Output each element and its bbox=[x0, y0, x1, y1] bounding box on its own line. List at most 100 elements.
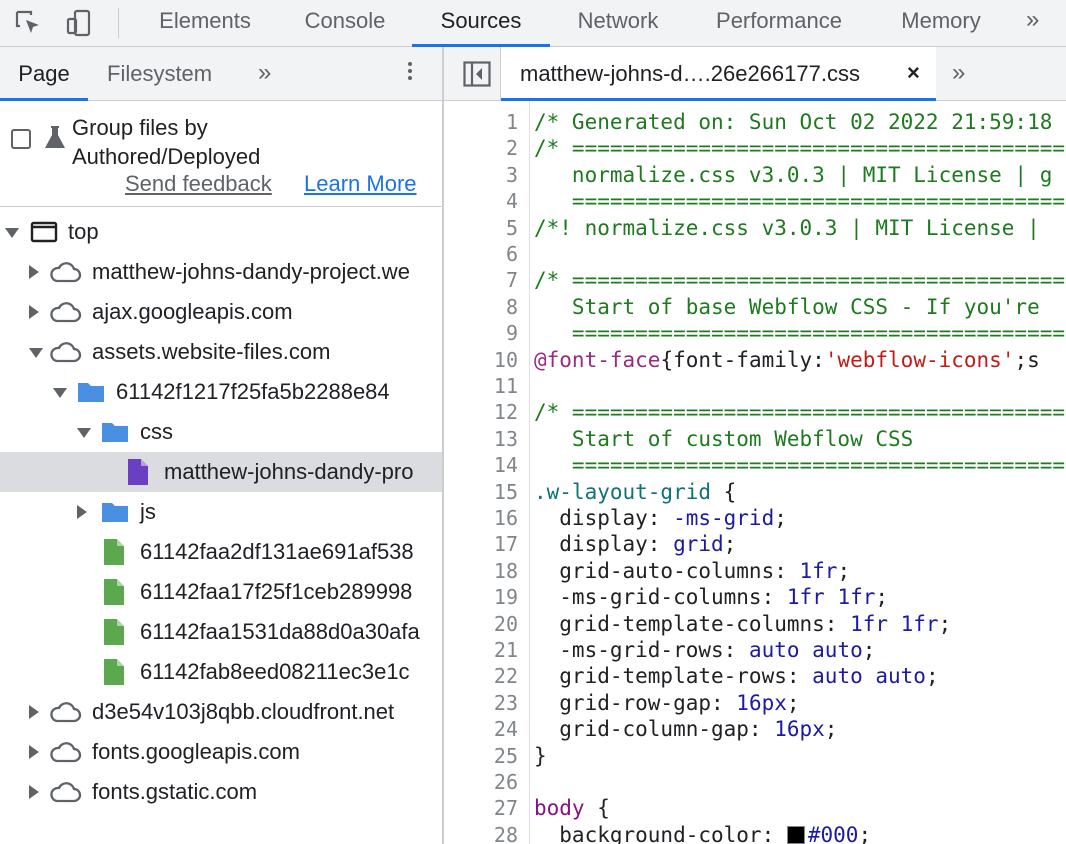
code-token: #000 bbox=[807, 822, 859, 844]
tree-item[interactable]: 61142faa2df131ae691af538 bbox=[0, 532, 442, 572]
code-line: 13 Start of custom Webflow CSS bbox=[444, 426, 1066, 452]
code-line: 4 ======================================… bbox=[444, 188, 1066, 214]
tree-item-label: js bbox=[140, 499, 156, 524]
tree-item-label: fonts.gstatic.com bbox=[92, 779, 258, 804]
expand-arrow-right-icon[interactable] bbox=[29, 705, 39, 719]
code-line: 2 /* ====================================… bbox=[444, 135, 1066, 161]
tree-item-label: css bbox=[140, 419, 173, 444]
code-token: ; bbox=[925, 664, 939, 689]
tree-item[interactable]: fonts.gstatic.com bbox=[0, 772, 442, 812]
tree-item[interactable]: 61142faa1531da88d0a30afa bbox=[0, 612, 442, 652]
group-files-checkbox[interactable] bbox=[11, 129, 31, 149]
code-line: 16 display: -ms-grid; bbox=[444, 505, 1066, 531]
navigator-more-chevron-icon[interactable]: » bbox=[258, 59, 271, 87]
tab-network[interactable]: Network bbox=[560, 0, 676, 46]
code-token: ; bbox=[723, 532, 737, 557]
learn-more-link[interactable]: Learn More bbox=[304, 171, 417, 197]
code-text: background-color: #000; bbox=[534, 822, 871, 844]
code-text: -ms-grid-rows: auto auto; bbox=[534, 637, 875, 663]
code-text: grid-auto-columns: 1fr; bbox=[534, 558, 850, 584]
inspect-element-icon[interactable] bbox=[10, 5, 46, 41]
tree-item[interactable]: matthew-johns-dandy-pro bbox=[0, 452, 442, 492]
code-token: .w-layout-grid bbox=[534, 479, 712, 504]
tab-sources[interactable]: Sources bbox=[412, 0, 550, 47]
editor-more-tabs-chevron-icon[interactable]: » bbox=[952, 59, 965, 87]
toggle-navigator-icon[interactable] bbox=[463, 61, 491, 87]
code-line: 12 /* ===================================… bbox=[444, 399, 1066, 425]
code-line: 28 background-color: #000; bbox=[444, 822, 1066, 844]
folder-icon bbox=[100, 498, 130, 531]
expand-arrow-right-icon[interactable] bbox=[29, 785, 39, 799]
cloud-icon bbox=[48, 298, 82, 331]
color-swatch-icon[interactable] bbox=[786, 825, 805, 844]
code-token: auto auto bbox=[748, 638, 863, 662]
tree-item[interactable]: d3e54v103j8qbb.cloudfront.net bbox=[0, 692, 442, 732]
tab-filesystem[interactable]: Filesystem bbox=[107, 47, 212, 100]
expand-arrow-down-icon[interactable] bbox=[29, 348, 43, 358]
more-tabs-chevron-icon[interactable]: » bbox=[1026, 6, 1039, 34]
expand-arrow-right-icon[interactable] bbox=[77, 505, 87, 519]
code-token: auto auto bbox=[812, 664, 926, 689]
code-token: 1fr 1fr bbox=[850, 611, 939, 636]
code-editor[interactable]: 1 /* Generated on: Sun Oct 02 2022 21:59:… bbox=[444, 101, 1066, 844]
tree-item[interactable]: 61142faa17f25f1ceb289998 bbox=[0, 572, 442, 612]
code-token: ; bbox=[875, 585, 889, 610]
tab-elements[interactable]: Elements bbox=[143, 0, 267, 46]
expand-arrow-right-icon[interactable] bbox=[29, 745, 39, 759]
code-token: 16px bbox=[774, 717, 825, 742]
tree-item-label: fonts.googleapis.com bbox=[92, 739, 300, 764]
editor-file-tab[interactable]: matthew-johns-d….26e266177.css × bbox=[501, 47, 936, 101]
expand-arrow-right-icon[interactable] bbox=[29, 305, 39, 319]
line-number: 18 bbox=[493, 558, 518, 583]
expand-arrow-right-icon[interactable] bbox=[29, 265, 39, 279]
group-files-label-line2: Authored/Deployed bbox=[72, 144, 261, 169]
expand-arrow-down-icon[interactable] bbox=[77, 428, 91, 438]
code-token: grid-column-gap: bbox=[534, 717, 775, 742]
code-line: 25} bbox=[444, 743, 1066, 769]
tree-item[interactable]: fonts.googleapis.com bbox=[0, 732, 442, 772]
tree-item[interactable]: assets.website-files.com bbox=[0, 332, 442, 372]
code-token: grid-row-gap: bbox=[534, 690, 737, 715]
tree-item-label: matthew-johns-dandy-project.we bbox=[92, 259, 410, 284]
tab-performance[interactable]: Performance bbox=[696, 0, 862, 46]
experiment-flask-icon bbox=[45, 126, 65, 148]
tree-item[interactable]: ajax.googleapis.com bbox=[0, 292, 442, 332]
tab-memory[interactable]: Memory bbox=[884, 0, 998, 46]
code-line: 9 ======================================… bbox=[444, 320, 1066, 346]
line-number: 8 bbox=[505, 294, 518, 319]
code-text: grid-row-gap: 16px; bbox=[534, 690, 799, 716]
tab-page[interactable]: Page bbox=[0, 47, 88, 101]
code-token: /* Generated on: Sun Oct 02 2022 21:59:1… bbox=[534, 110, 1053, 134]
expand-arrow-down-icon[interactable] bbox=[5, 228, 19, 238]
tree-item[interactable]: 61142fab8eed08211ec3e1c bbox=[0, 652, 442, 692]
code-line: 22 grid-template-rows: auto auto; bbox=[444, 663, 1066, 689]
tree-item[interactable]: matthew-johns-dandy-project.we bbox=[0, 252, 442, 292]
code-line: 20 grid-template-columns: 1fr 1fr; bbox=[444, 611, 1066, 637]
code-line: 23 grid-row-gap: 16px; bbox=[444, 690, 1066, 716]
device-toolbar-icon[interactable] bbox=[62, 5, 98, 41]
close-tab-icon[interactable]: × bbox=[907, 47, 920, 99]
tree-item[interactable]: js bbox=[0, 492, 442, 532]
code-token: ; bbox=[824, 717, 838, 742]
line-number: 21 bbox=[493, 638, 518, 662]
code-line: 1 /* Generated on: Sun Oct 02 2022 21:59:… bbox=[444, 109, 1066, 135]
code-token: /* =====================================… bbox=[534, 136, 1066, 161]
tree-item-label: 61142faa17f25f1ceb289998 bbox=[140, 579, 413, 604]
send-feedback-link[interactable]: Send feedback bbox=[125, 171, 272, 197]
tree-item-label: d3e54v103j8qbb.cloudfront.net bbox=[92, 699, 395, 724]
tree-item[interactable]: top bbox=[0, 212, 442, 252]
code-token: 16px bbox=[736, 690, 787, 715]
code-text: } bbox=[534, 743, 547, 769]
more-options-icon[interactable] bbox=[402, 59, 418, 89]
code-token: /* =====================================… bbox=[534, 268, 1066, 293]
tree-item-label: 61142faa2df131ae691af538 bbox=[140, 539, 414, 564]
expand-arrow-down-icon[interactable] bbox=[53, 388, 67, 398]
tree-item-label: 61142fab8eed08211ec3e1c bbox=[140, 659, 410, 684]
code-line: 7 /* ====================================… bbox=[444, 267, 1066, 293]
tree-item-label: ajax.googleapis.com bbox=[92, 299, 293, 324]
tree-item[interactable]: css bbox=[0, 412, 442, 452]
tree-item-label: top bbox=[68, 219, 99, 244]
tab-console[interactable]: Console bbox=[288, 0, 402, 46]
tree-item[interactable]: 61142f1217f25fa5b2288e84 bbox=[0, 372, 442, 412]
line-number: 20 bbox=[493, 611, 518, 636]
